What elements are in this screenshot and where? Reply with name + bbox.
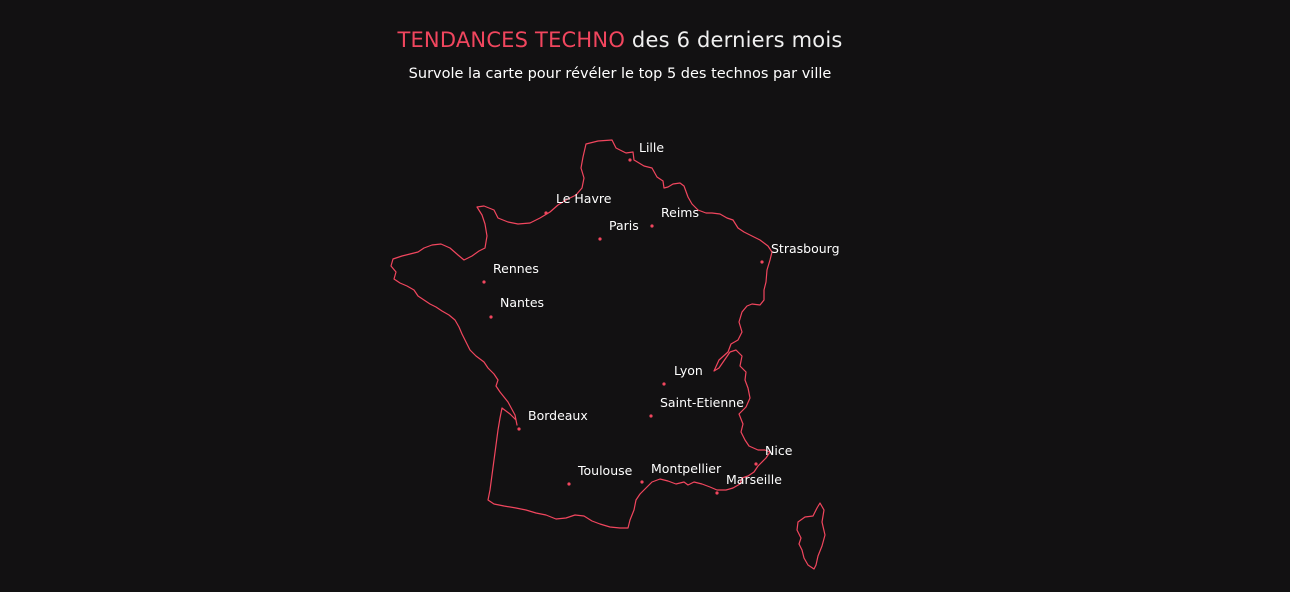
- city-dot-toulouse[interactable]: [567, 482, 571, 486]
- city-label-bordeaux[interactable]: Bordeaux: [528, 408, 588, 423]
- city-dot-bordeaux[interactable]: [517, 427, 521, 431]
- city-dot-marseille[interactable]: [715, 491, 719, 495]
- city-label-saint-etienne[interactable]: Saint-Etienne: [660, 395, 744, 410]
- city-dot-paris[interactable]: [598, 237, 602, 241]
- city-marker-toulouse[interactable]: Toulouse: [567, 463, 633, 486]
- city-dot-saint-etienne[interactable]: [649, 414, 653, 418]
- city-label-marseille[interactable]: Marseille: [726, 472, 782, 487]
- city-dot-rennes[interactable]: [482, 280, 486, 284]
- city-marker-nantes[interactable]: Nantes: [489, 295, 544, 319]
- city-marker-lyon[interactable]: Lyon: [662, 363, 703, 386]
- city-marker-paris[interactable]: Paris: [598, 218, 639, 241]
- city-dot-le-havre[interactable]: [544, 211, 548, 215]
- city-label-nantes[interactable]: Nantes: [500, 295, 544, 310]
- city-dot-nantes[interactable]: [489, 315, 493, 319]
- city-label-lyon[interactable]: Lyon: [674, 363, 703, 378]
- city-label-nice[interactable]: Nice: [765, 443, 793, 458]
- city-label-montpellier[interactable]: Montpellier: [651, 461, 722, 476]
- city-label-rennes[interactable]: Rennes: [493, 261, 539, 276]
- city-dot-reims[interactable]: [650, 224, 654, 228]
- city-marker-le-havre[interactable]: Le Havre: [544, 191, 612, 215]
- city-marker-saint-etienne[interactable]: Saint-Etienne: [649, 395, 744, 418]
- city-label-le-havre[interactable]: Le Havre: [556, 191, 612, 206]
- city-label-toulouse[interactable]: Toulouse: [577, 463, 633, 478]
- city-label-lille[interactable]: Lille: [639, 140, 664, 155]
- city-label-paris[interactable]: Paris: [609, 218, 639, 233]
- city-marker-nice[interactable]: Nice: [754, 443, 793, 466]
- city-dot-lyon[interactable]: [662, 382, 666, 386]
- city-label-reims[interactable]: Reims: [661, 205, 699, 220]
- page: TENDANCES TECHNO des 6 derniers mois Sur…: [0, 0, 1290, 592]
- city-label-strasbourg[interactable]: Strasbourg: [771, 241, 840, 256]
- city-dot-lille[interactable]: [628, 158, 632, 162]
- france-map[interactable]: Lille Le Havre Reims Paris Strasbourg Rennes N…: [0, 0, 1290, 592]
- city-dot-strasbourg[interactable]: [760, 260, 764, 264]
- city-marker-bordeaux[interactable]: Bordeaux: [517, 408, 588, 431]
- city-marker-montpellier[interactable]: Montpellier: [640, 461, 722, 484]
- city-marker-strasbourg[interactable]: Strasbourg: [760, 241, 840, 264]
- city-dot-montpellier[interactable]: [640, 480, 644, 484]
- city-marker-rennes[interactable]: Rennes: [482, 261, 539, 284]
- corsica-outline[interactable]: [796, 502, 826, 570]
- city-marker-reims[interactable]: Reims: [650, 205, 699, 228]
- city-marker-marseille[interactable]: Marseille: [715, 472, 782, 495]
- cities-layer: Lille Le Havre Reims Paris Strasbourg Rennes N…: [482, 140, 840, 495]
- city-dot-nice[interactable]: [754, 462, 758, 466]
